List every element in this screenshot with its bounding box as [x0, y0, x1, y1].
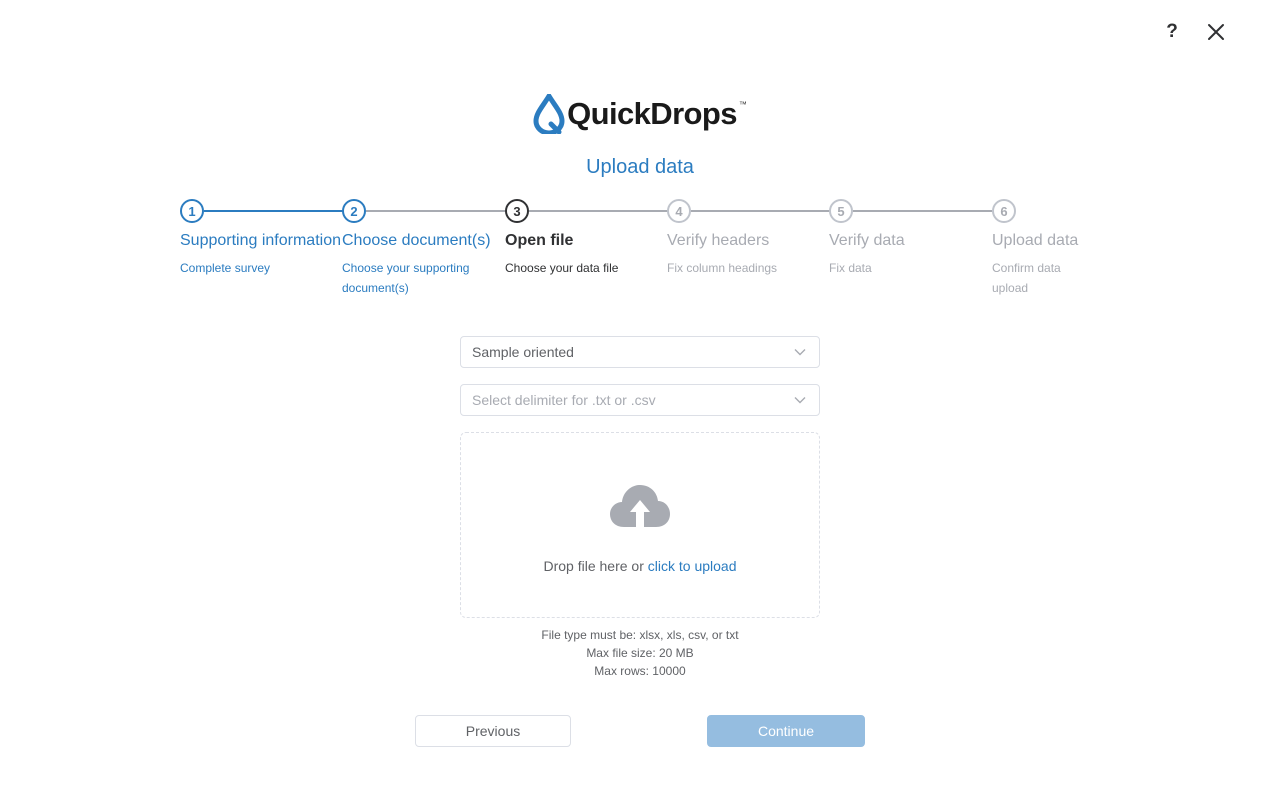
step-description: Complete survey: [180, 261, 271, 275]
step-title: Verify data: [829, 232, 905, 249]
step-title: Upload data: [992, 232, 1079, 249]
logo: QuickDrops ™: [0, 94, 1280, 134]
delimiter-select-placeholder: Select delimiter for .txt or .csv: [472, 392, 656, 408]
logo-text: QuickDrops: [567, 96, 737, 131]
step-4: 4 Verify headers Fix column headings: [667, 199, 830, 278]
chevron-down-icon: [793, 393, 807, 407]
drop-instructions: Drop file here or: [543, 558, 648, 574]
step-connector: [853, 210, 992, 212]
orientation-select[interactable]: Sample oriented: [460, 336, 820, 368]
max-rows-text: Max rows: 10000: [594, 664, 686, 678]
close-icon[interactable]: [1204, 20, 1228, 44]
chevron-down-icon: [793, 345, 807, 359]
step-title: Choose document(s): [342, 232, 491, 249]
step-number: 6: [992, 199, 1016, 223]
logo-trademark: ™: [738, 99, 747, 109]
click-to-upload-link[interactable]: click to upload: [648, 558, 737, 574]
step-number: 2: [342, 199, 366, 223]
step-connector: [204, 210, 343, 212]
step-title: Supporting information: [180, 232, 341, 249]
step-description: Fix data: [829, 261, 872, 275]
file-requirements: File type must be: xlsx, xls, csv, or tx…: [0, 626, 1280, 680]
logo-drop-icon: [533, 94, 565, 134]
step-5: 5 Verify data Fix data: [829, 199, 992, 278]
step-connector: [691, 210, 830, 212]
cloud-upload-icon: [610, 483, 670, 534]
step-description: Fix column headings: [667, 261, 778, 275]
top-actions: ?: [1160, 20, 1228, 44]
step-title: Open file: [505, 232, 574, 249]
page-title: Upload data: [586, 156, 694, 178]
help-icon[interactable]: ?: [1160, 20, 1184, 44]
step-number: 5: [829, 199, 853, 223]
step-connector: [366, 210, 505, 212]
file-types-text: File type must be: xlsx, xls, csv, or tx…: [541, 628, 739, 642]
step-number: 1: [180, 199, 204, 223]
step-description: Choose your data file: [505, 261, 619, 275]
max-size-text: Max file size: 20 MB: [586, 646, 694, 660]
previous-button[interactable]: Previous: [415, 715, 571, 747]
step-number: 3: [505, 199, 529, 223]
file-dropzone[interactable]: Drop file here or click to upload: [460, 432, 820, 618]
orientation-select-value: Sample oriented: [472, 344, 574, 360]
step-connector: [529, 210, 668, 212]
stepper: 1 Supporting information Complete survey…: [180, 199, 1100, 299]
step-6: 6 Upload data Confirm data upload: [992, 199, 1100, 298]
delimiter-select[interactable]: Select delimiter for .txt or .csv: [460, 384, 820, 416]
step-description: Choose your supporting document(s): [342, 261, 470, 295]
step-number: 4: [667, 199, 691, 223]
step-3: 3 Open file Choose your data file: [505, 199, 668, 278]
step-title: Verify headers: [667, 232, 770, 249]
continue-button[interactable]: Continue: [707, 715, 865, 747]
drop-text: Drop file here or click to upload: [544, 558, 737, 574]
step-1: 1 Supporting information Complete survey: [180, 199, 343, 278]
step-2: 2 Choose document(s) Choose your support…: [342, 199, 505, 298]
step-description: Confirm data upload: [992, 261, 1061, 295]
